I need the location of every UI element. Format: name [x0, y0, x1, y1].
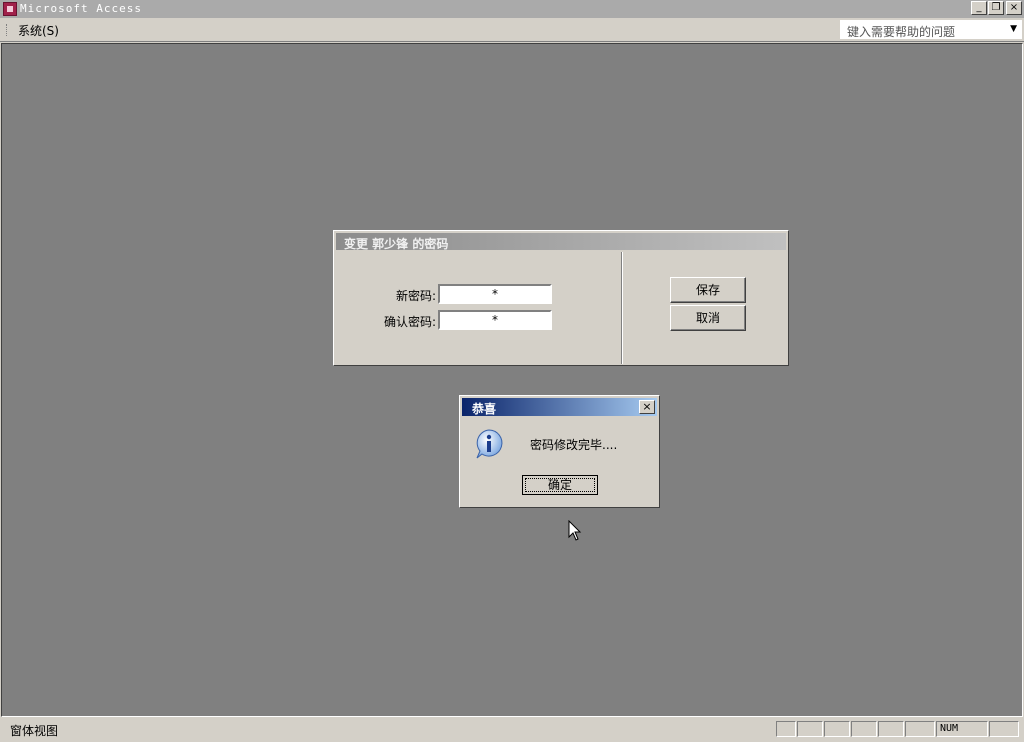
status-text: 窗体视图	[10, 724, 59, 738]
save-button[interactable]: 保存	[670, 277, 746, 303]
window-title: Microsoft Access	[20, 2, 142, 15]
form-divider	[621, 252, 623, 364]
change-password-form: 变更 郭少锋 的密码 新密码: * 确认密码: * 保存 取消	[333, 230, 789, 366]
ok-button[interactable]: 确定	[522, 475, 598, 495]
toolbar-grip[interactable]	[6, 24, 9, 36]
status-cell	[878, 721, 904, 737]
ok-button-label: 确定	[525, 478, 595, 492]
mouse-cursor-icon	[568, 520, 582, 541]
message-box-title-bar[interactable]: 恭喜 ×	[462, 398, 657, 416]
message-box-title: 恭喜	[472, 402, 497, 416]
status-bar: 窗体视图 NUM	[0, 718, 1024, 742]
status-cell	[989, 721, 1019, 737]
status-cell	[824, 721, 850, 737]
status-cell	[797, 721, 823, 737]
menu-system[interactable]: 系统(S)	[18, 22, 59, 39]
success-message-box: 恭喜 × 密码修改完毕.... 确定	[459, 395, 660, 508]
cancel-button[interactable]: 取消	[670, 305, 746, 331]
title-bar: Microsoft Access _ ❐ ×	[0, 0, 1024, 18]
form-title-bar[interactable]: 变更 郭少锋 的密码	[336, 233, 786, 251]
restore-button[interactable]: ❐	[988, 1, 1004, 15]
help-question-input[interactable]: 键入需要帮助的问题	[847, 23, 955, 40]
confirm-password-field[interactable]: *	[438, 310, 552, 330]
new-password-field[interactable]: *	[438, 284, 552, 304]
form-title: 变更 郭少锋 的密码	[344, 237, 449, 251]
confirm-password-label: 确认密码:	[383, 315, 436, 329]
new-password-label: 新密码:	[395, 289, 436, 303]
access-app-icon[interactable]	[3, 2, 17, 16]
chevron-down-icon[interactable]: ▼	[1010, 24, 1017, 34]
num-lock-indicator: NUM	[940, 723, 959, 734]
status-cell	[776, 721, 796, 737]
info-icon	[476, 429, 503, 459]
message-text: 密码修改完毕....	[530, 438, 618, 452]
message-box-close-button[interactable]: ×	[639, 400, 655, 414]
mdi-client-area	[1, 43, 1023, 717]
status-cell	[905, 721, 935, 737]
minimize-button[interactable]: _	[971, 1, 987, 15]
status-cell	[851, 721, 877, 737]
close-button[interactable]: ×	[1006, 1, 1022, 15]
menu-bar: 系统(S) 键入需要帮助的问题 ▼	[0, 18, 1024, 42]
help-question-box[interactable]: 键入需要帮助的问题 ▼	[840, 20, 1022, 39]
